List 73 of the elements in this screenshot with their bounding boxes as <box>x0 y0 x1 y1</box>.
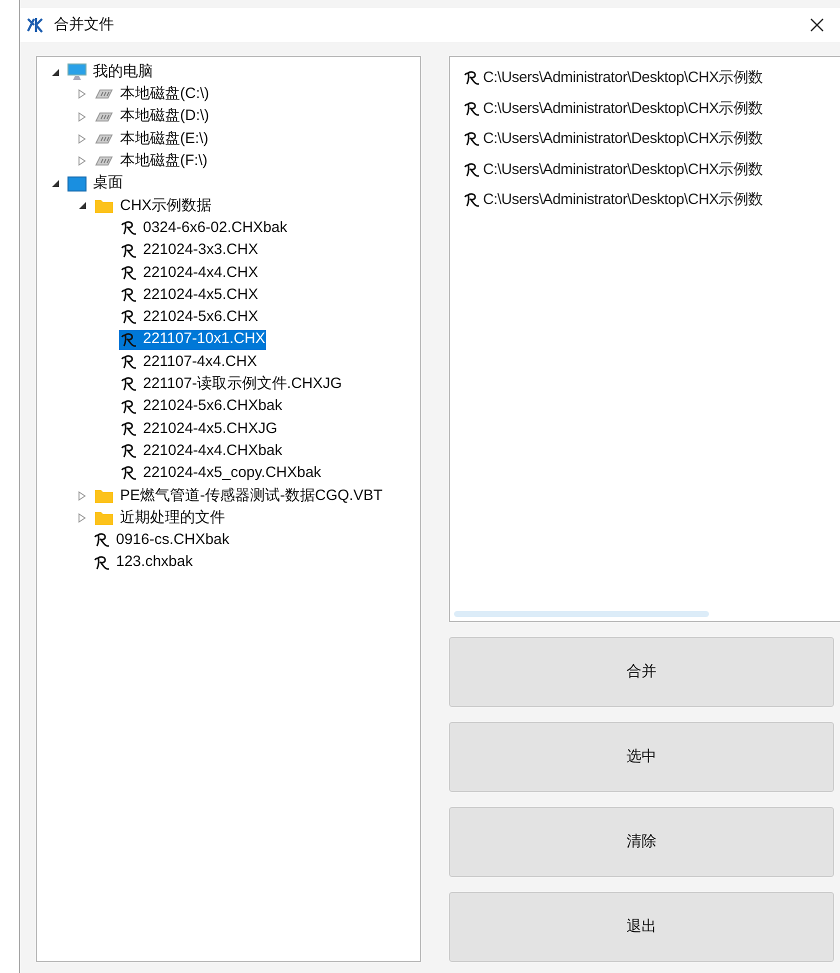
app-logo-icon <box>26 16 44 34</box>
file-icon <box>121 398 137 415</box>
file-icon <box>121 242 137 259</box>
file-icon <box>121 420 137 437</box>
collapse-arrow-icon[interactable] <box>78 201 86 210</box>
file-icon <box>464 192 480 208</box>
folder-icon <box>94 510 114 526</box>
expand-arrow-icon[interactable] <box>78 490 86 501</box>
drive-icon <box>94 155 114 168</box>
tree-item[interactable]: 221107-4x4.CHX <box>119 352 258 372</box>
file-icon <box>464 70 480 86</box>
tree-item[interactable]: 近期处理的文件 <box>92 508 226 528</box>
action-button[interactable]: 退出 <box>449 892 834 962</box>
tree-item[interactable]: 本地磁盘(D:\) <box>92 106 210 127</box>
expand-arrow-icon[interactable] <box>78 513 86 524</box>
tree-item[interactable]: 221024-4x5.CHXJG <box>119 418 278 439</box>
window-title: 合并文件 <box>54 14 114 35</box>
tree-item[interactable]: 本地磁盘(C:\) <box>92 84 210 104</box>
tree-item[interactable]: 我的电脑 <box>65 62 154 82</box>
file-icon <box>121 287 137 304</box>
file-icon <box>464 162 480 178</box>
tree-item[interactable]: 本地磁盘(E:\) <box>92 129 210 150</box>
file-list-item[interactable]: C:\Users\Administrator\Desktop\CHX示例数 <box>464 185 840 216</box>
action-button[interactable]: 选中 <box>449 722 834 792</box>
expand-arrow-icon[interactable] <box>78 134 86 144</box>
tree-item[interactable]: 221024-4x4.CHXbak <box>119 441 284 462</box>
tree-item[interactable]: 221024-3x3.CHX <box>119 240 260 261</box>
file-icon <box>121 332 137 348</box>
file-icon <box>121 264 137 281</box>
file-icon <box>464 131 480 148</box>
folder-icon <box>94 488 114 504</box>
file-icon <box>121 465 137 482</box>
drive-icon <box>94 88 114 100</box>
file-icon <box>94 532 110 548</box>
collapse-arrow-icon[interactable] <box>50 179 60 188</box>
file-icon <box>94 554 110 571</box>
tree-item[interactable]: 221024-4x5.CHX <box>119 285 260 306</box>
tree-item[interactable]: PE燃气管道-传感器测试-数据CGQ.VBT <box>92 486 384 506</box>
file-list-item[interactable]: C:\Users\Administrator\Desktop\CHX示例数 <box>464 63 840 94</box>
tree-item[interactable]: 221024-5x6.CHX <box>119 307 260 328</box>
action-button[interactable]: 清除 <box>449 807 834 877</box>
expand-arrow-icon[interactable] <box>78 156 86 166</box>
tree-item[interactable]: 桌面 <box>65 174 124 194</box>
computer-icon <box>67 63 87 82</box>
tree-item[interactable]: 221107-读取示例文件.CHXJG <box>119 374 343 394</box>
expand-arrow-icon[interactable] <box>78 89 86 100</box>
folder-icon <box>94 198 114 214</box>
close-icon[interactable] <box>810 18 824 32</box>
horizontal-scrollbar[interactable] <box>454 611 709 617</box>
tree-item[interactable]: 221107-10x1.CHX <box>119 330 266 350</box>
file-icon <box>121 376 137 392</box>
tree-item[interactable]: 221024-4x5_copy.CHXbak <box>119 463 322 484</box>
file-list-item[interactable]: C:\Users\Administrator\Desktop\CHX示例数 <box>464 124 840 154</box>
file-icon <box>121 354 137 370</box>
tree-item[interactable]: 0324-6x6-02.CHXbak <box>119 218 288 238</box>
expand-arrow-icon[interactable] <box>78 112 86 122</box>
file-icon <box>121 443 137 460</box>
collapse-arrow-icon[interactable] <box>50 68 60 77</box>
desktop-icon <box>67 176 87 192</box>
file-list-item[interactable]: C:\Users\Administrator\Desktop\CHX示例数 <box>464 154 840 185</box>
tree-item[interactable]: 0916-cs.CHXbak <box>92 530 230 550</box>
action-button[interactable]: 合并 <box>449 637 834 707</box>
file-list-item[interactable]: C:\Users\Administrator\Desktop\CHX示例数 <box>464 94 840 124</box>
file-icon <box>121 309 137 326</box>
file-icon <box>464 100 480 117</box>
tree-item[interactable]: 221024-4x4.CHX <box>119 262 260 283</box>
tree-item[interactable]: 本地磁盘(F:\) <box>92 151 208 172</box>
tree-item[interactable]: 221024-5x6.CHXbak <box>119 396 284 417</box>
drive-icon <box>94 110 114 123</box>
tree-item[interactable]: 123.chxbak <box>92 552 194 573</box>
tree-item[interactable]: CHX示例数据 <box>92 196 213 216</box>
file-icon <box>121 220 137 236</box>
drive-icon <box>94 133 114 146</box>
